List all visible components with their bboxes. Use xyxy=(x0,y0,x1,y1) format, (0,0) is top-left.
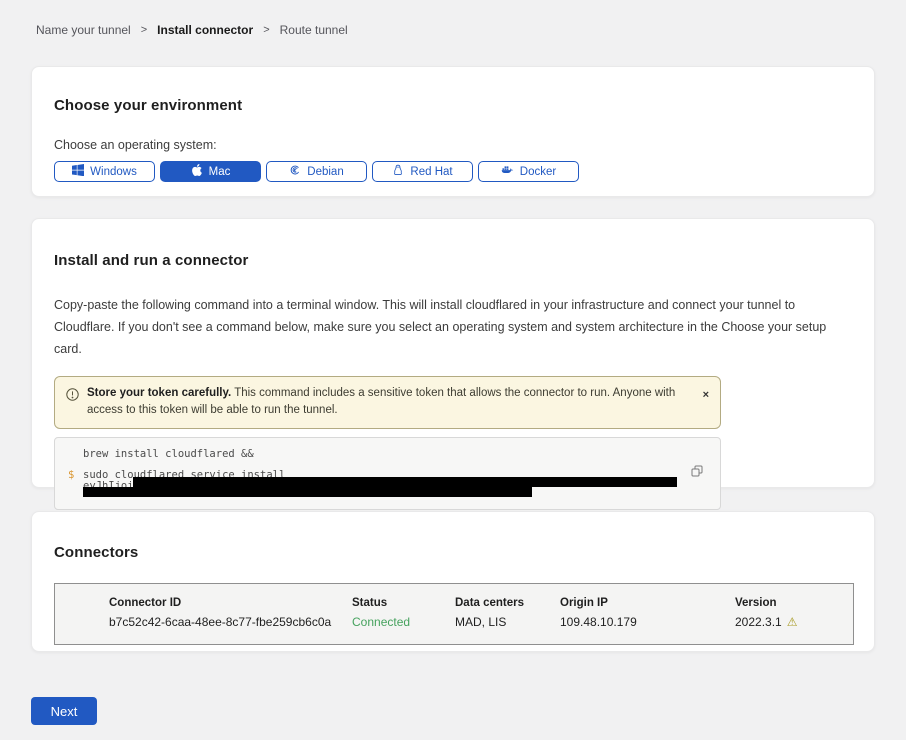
token-warning-banner: Store your token carefully. This command… xyxy=(54,376,721,430)
copy-command-button[interactable] xyxy=(691,465,703,480)
os-button-windows[interactable]: Windows xyxy=(54,161,155,182)
os-button-group: Windows Mac Debian Red Hat xyxy=(54,161,852,182)
connector-status-badge: Connected xyxy=(352,615,455,629)
col-header-data-centers: Data centers xyxy=(455,597,560,609)
os-button-redhat[interactable]: Red Hat xyxy=(372,161,473,182)
col-header-origin-ip: Origin IP xyxy=(560,597,735,609)
os-button-label: Debian xyxy=(307,166,343,178)
connector-origin-ip-value: 109.48.10.179 xyxy=(560,615,735,629)
choose-environment-card: Choose your environment Choose an operat… xyxy=(31,66,875,197)
breadcrumb-step-route-tunnel[interactable]: Route tunnel xyxy=(280,23,348,37)
breadcrumb-step-install-connector[interactable]: Install connector xyxy=(157,23,253,37)
version-warning-icon: ⚠ xyxy=(787,615,798,629)
environment-card-title: Choose your environment xyxy=(54,97,852,114)
os-button-mac[interactable]: Mac xyxy=(160,161,261,182)
connectors-card: Connectors Connector ID Status Data cent… xyxy=(31,511,875,652)
breadcrumb: Name your tunnel > Install connector > R… xyxy=(36,23,348,37)
connectors-card-title: Connectors xyxy=(54,544,852,561)
connector-id-value: b7c52c42-6caa-48ee-8c77-fbe259cb6c0a xyxy=(109,615,352,629)
redhat-tux-logo-icon xyxy=(392,164,404,179)
os-button-label: Mac xyxy=(209,166,231,178)
docker-whale-logo-icon xyxy=(501,164,514,179)
command-line-brew: brew install cloudflared && xyxy=(83,448,254,460)
connector-data-centers-value: MAD, LIS xyxy=(455,615,560,629)
token-redaction-bar xyxy=(133,477,677,487)
tunnel-setup-page: Name your tunnel > Install connector > R… xyxy=(0,0,906,740)
token-redaction-bar xyxy=(83,487,532,497)
col-header-connector-id: Connector ID xyxy=(109,597,352,609)
os-button-label: Windows xyxy=(90,166,137,178)
apple-logo-icon xyxy=(191,164,203,179)
next-button[interactable]: Next xyxy=(31,697,97,725)
windows-logo-icon xyxy=(72,164,84,179)
os-button-label: Docker xyxy=(520,166,556,178)
os-button-docker[interactable]: Docker xyxy=(478,161,579,182)
os-button-label: Red Hat xyxy=(410,166,452,178)
close-icon[interactable]: × xyxy=(703,390,709,401)
breadcrumb-separator: > xyxy=(141,24,147,36)
install-command-terminal: brew install cloudflared && $ sudo cloud… xyxy=(54,437,721,510)
connector-version-value: 2022.3.1⚠ xyxy=(735,615,853,629)
terminal-prompt: $ xyxy=(68,469,74,481)
connectors-table: Connector ID Status Data centers Origin … xyxy=(54,583,854,645)
os-button-debian[interactable]: Debian xyxy=(266,161,367,182)
col-header-status: Status xyxy=(352,597,455,609)
install-description: Copy-paste the following command into a … xyxy=(54,295,850,361)
breadcrumb-step-name-your-tunnel[interactable]: Name your tunnel xyxy=(36,23,131,37)
os-select-label: Choose an operating system: xyxy=(54,138,852,152)
debian-logo-icon xyxy=(289,164,301,179)
copy-icon xyxy=(691,465,703,480)
alert-circle-icon xyxy=(66,388,79,408)
install-connector-card: Install and run a connector Copy-paste t… xyxy=(31,218,875,488)
breadcrumb-separator: > xyxy=(263,24,269,36)
warning-title: Store your token carefully. xyxy=(87,387,231,399)
col-header-version: Version xyxy=(735,597,853,609)
install-card-title: Install and run a connector xyxy=(54,252,852,269)
